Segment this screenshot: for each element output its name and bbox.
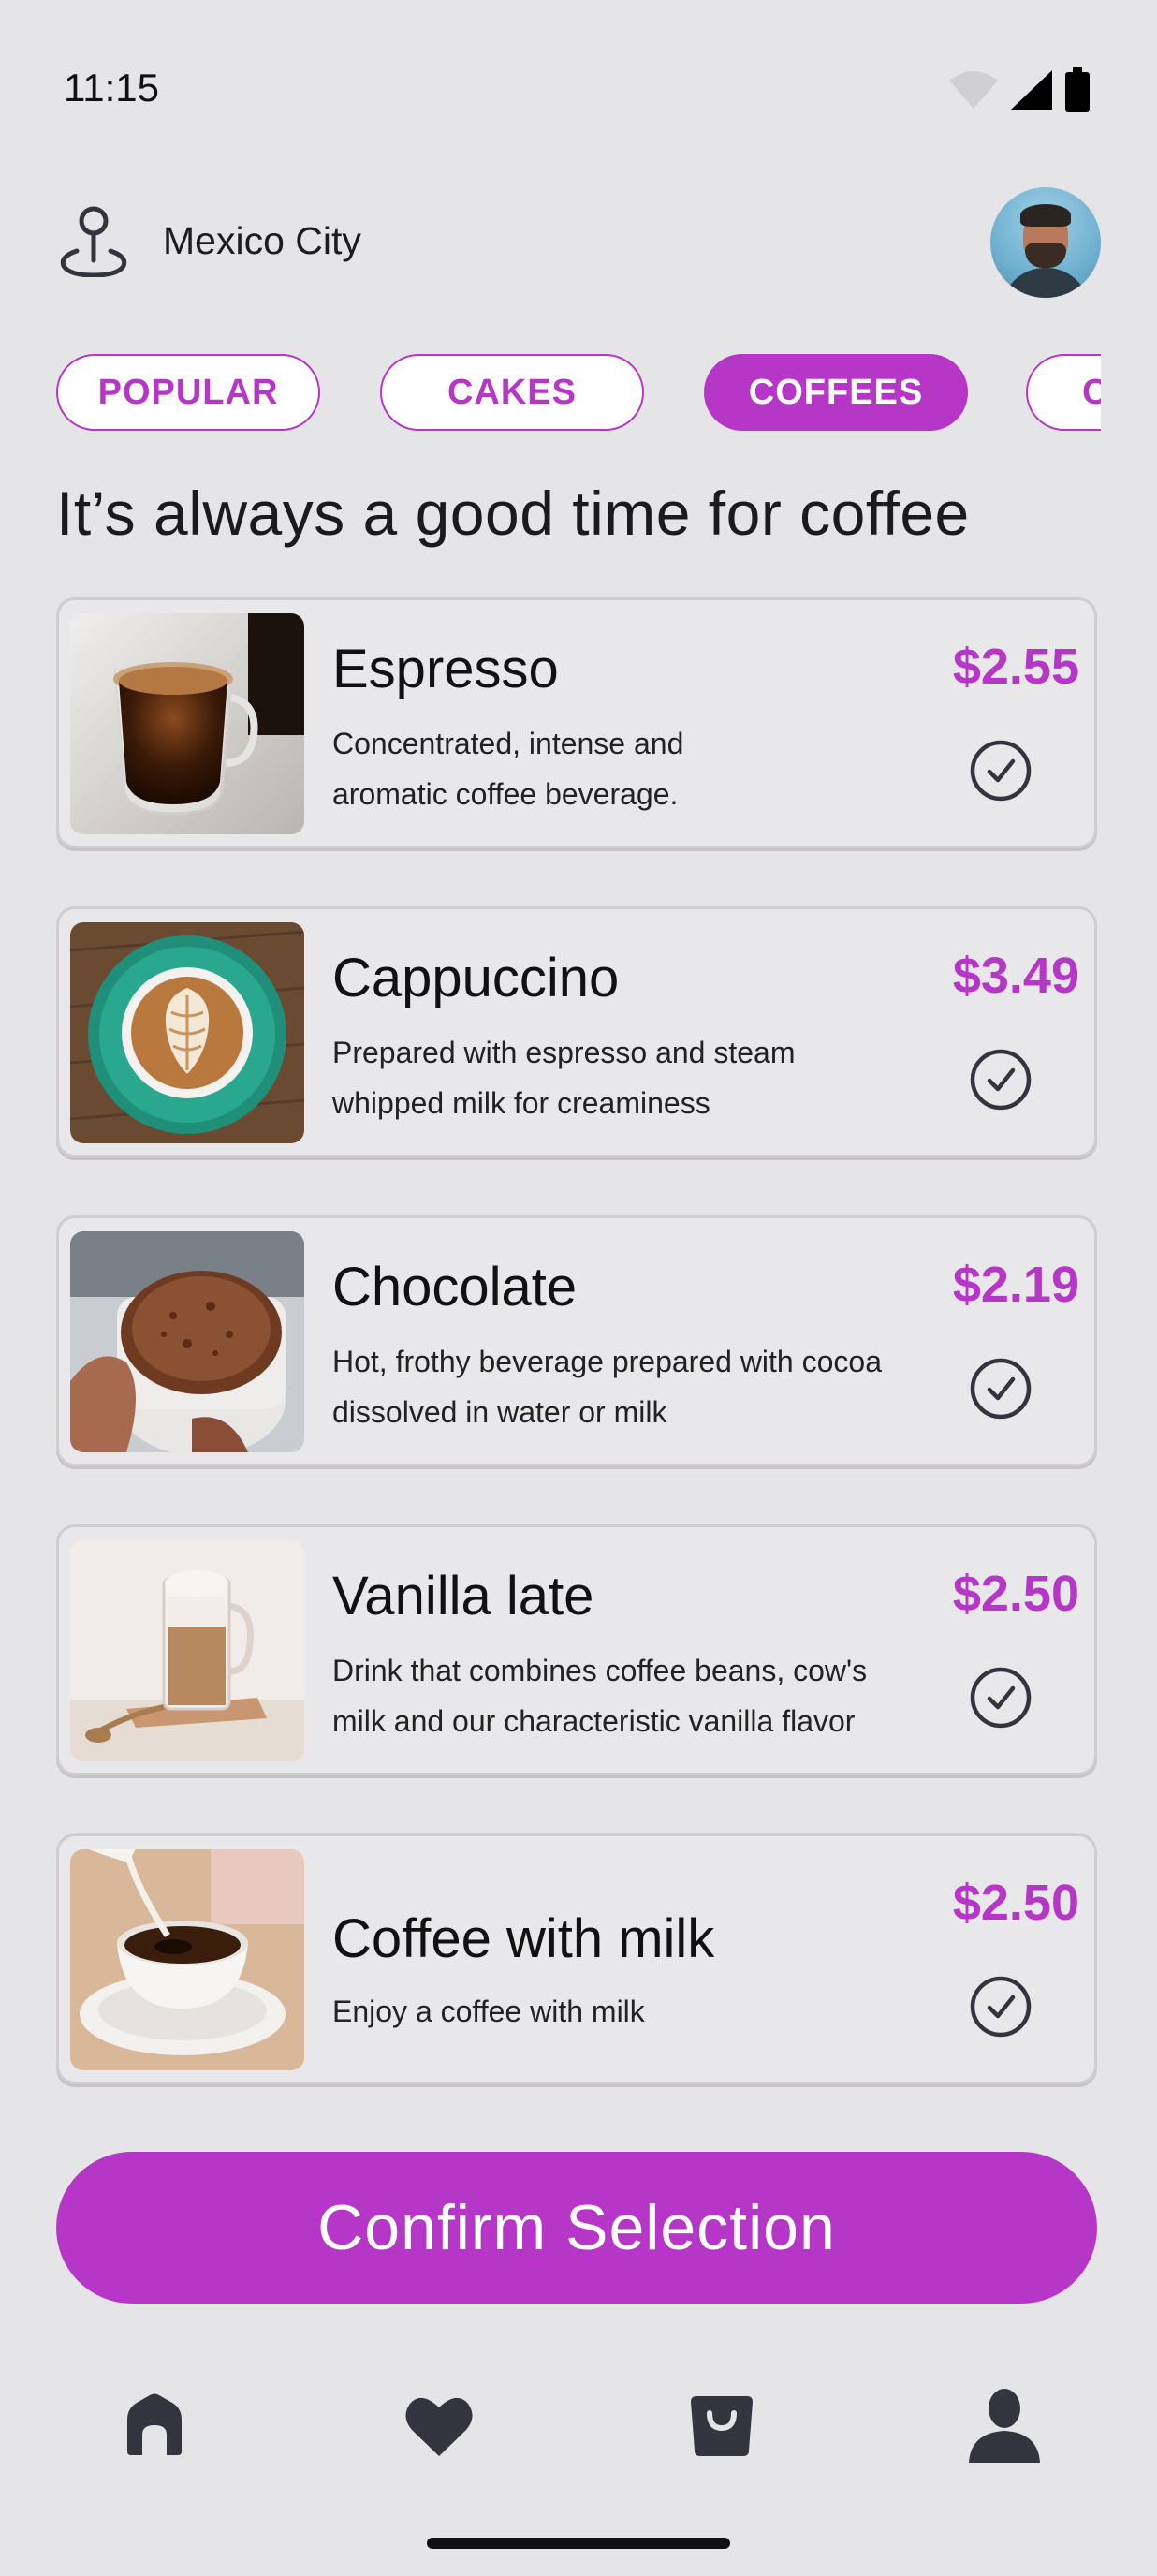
product-name: Cappuccino <box>332 948 620 1008</box>
status-time: 11:15 <box>64 66 159 110</box>
chocolate-image <box>70 1231 304 1452</box>
vanilla-late-image <box>70 1540 304 1761</box>
app-screen: 11:15 Mexico City POPULAR CAKES COFFEES … <box>0 0 1157 2576</box>
product-price: $2.50 <box>952 1875 1079 1931</box>
product-price: $3.49 <box>952 948 1079 1004</box>
location-label: Mexico City <box>163 218 361 262</box>
product-name: Espresso <box>332 639 559 699</box>
status-icons <box>949 67 1090 112</box>
product-name: Vanilla late <box>332 1566 594 1627</box>
cappuccino-image <box>70 922 304 1143</box>
bag-icon <box>691 2396 753 2456</box>
profile-icon <box>969 2389 1040 2463</box>
espresso-image <box>70 613 304 834</box>
check-circle-icon[interactable] <box>969 739 1033 802</box>
product-description: Enjoy a coffee with milk <box>332 1995 645 2028</box>
product-description: Prepared with espresso and steam whipped… <box>332 1036 796 1120</box>
tab-partial[interactable]: C <box>1026 354 1101 431</box>
tab-cakes[interactable]: CAKES <box>380 354 644 431</box>
check-circle-icon[interactable] <box>969 1975 1033 2039</box>
check-circle-icon[interactable] <box>969 1357 1033 1420</box>
product-description: Hot, frothy beverage prepared with cocoa… <box>332 1345 882 1429</box>
nav-home[interactable] <box>103 2378 206 2472</box>
category-tabs: POPULAR CAKES COFFEES C <box>56 354 1101 434</box>
nav-cart[interactable] <box>670 2378 773 2472</box>
product-card-coffee-with-milk[interactable]: Coffee with milk Enjoy a coffee with mil… <box>56 1833 1097 2084</box>
product-card-espresso[interactable]: Espresso Concentrated, intense and aroma… <box>56 597 1097 848</box>
bottom-nav <box>0 2378 1157 2481</box>
battery-icon <box>1065 67 1090 112</box>
signal-icon <box>1011 70 1052 110</box>
home-indicator[interactable] <box>427 2538 730 2549</box>
nav-favorites[interactable] <box>388 2378 491 2472</box>
avatar[interactable] <box>990 187 1101 298</box>
heart-icon <box>405 2397 473 2456</box>
tab-coffees[interactable]: COFFEES <box>704 354 968 431</box>
product-card-vanilla-late[interactable]: Vanilla late Drink that combines coffee … <box>56 1524 1097 1775</box>
product-card-chocolate[interactable]: Chocolate Hot, frothy beverage prepared … <box>56 1215 1097 1466</box>
product-price: $2.19 <box>952 1257 1079 1313</box>
product-price: $2.55 <box>952 639 1079 695</box>
coffee-with-milk-image <box>70 1849 304 2070</box>
check-circle-icon[interactable] <box>969 1666 1033 1730</box>
confirm-selection-button[interactable]: Confirm Selection <box>56 2152 1097 2304</box>
wifi-icon <box>949 71 998 109</box>
location-selector[interactable]: Mexico City <box>58 204 361 277</box>
home-icon <box>127 2393 182 2455</box>
product-description: Concentrated, intense and aromatic coffe… <box>332 727 684 811</box>
nav-profile[interactable] <box>953 2378 1056 2472</box>
product-name: Coffee with milk <box>332 1908 715 1969</box>
product-price: $2.50 <box>952 1566 1079 1622</box>
page-heading: It’s always a good time for coffee <box>56 478 970 548</box>
product-name: Chocolate <box>332 1257 578 1317</box>
tab-popular[interactable]: POPULAR <box>56 354 320 431</box>
location-pin-icon <box>60 206 127 277</box>
product-description: Drink that combines coffee beans, cow's … <box>332 1654 868 1738</box>
check-circle-icon[interactable] <box>969 1048 1033 1111</box>
product-card-cappuccino[interactable]: Cappuccino Prepared with espresso and st… <box>56 906 1097 1157</box>
